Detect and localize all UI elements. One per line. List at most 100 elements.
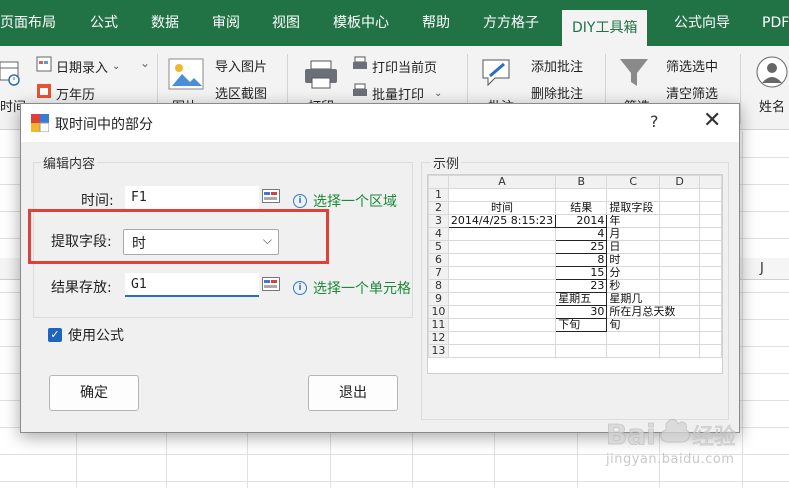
- cell: [699, 266, 722, 280]
- cell: 8: [555, 253, 608, 267]
- cell: [699, 214, 722, 228]
- range-picker-icon[interactable]: [262, 189, 280, 203]
- cell: 旬: [606, 318, 660, 332]
- help-button[interactable]: ?: [650, 112, 659, 131]
- row-number: 3: [428, 214, 449, 228]
- time-label: 时间:: [81, 193, 114, 209]
- tab-fangfang[interactable]: 方方格子: [483, 0, 539, 46]
- cell: 2014/4/25 8:15:23: [447, 214, 557, 228]
- filter-selected-button[interactable]: 筛选选中: [666, 56, 718, 75]
- print-page-icon: [352, 56, 368, 76]
- cell: [658, 240, 701, 254]
- name-button-label[interactable]: 姓名: [759, 96, 785, 115]
- cell: [447, 318, 557, 332]
- chevron-down-icon[interactable]: ⌄: [140, 56, 150, 70]
- cell: [447, 266, 557, 280]
- cell: [658, 344, 701, 358]
- table-row: 3 2014/4/25 8:15:23 2014 年: [428, 214, 722, 228]
- cell: [606, 188, 660, 202]
- tab-pdf[interactable]: PDF: [762, 0, 789, 46]
- calendar-button[interactable]: 万年历: [36, 83, 95, 103]
- batch-print-label: 批量打印: [372, 87, 425, 103]
- cell: [699, 279, 722, 293]
- example-table: A B C D 1 2 时间 结果 提取字段 3 2014/4/25 8:15:23 20…: [428, 175, 722, 358]
- print-current-page-button[interactable]: 打印当前页: [352, 56, 437, 76]
- cell: 所在月总天数: [606, 305, 701, 319]
- cell: 23: [555, 279, 608, 293]
- use-formula-checkbox[interactable]: ✓: [48, 328, 62, 342]
- cell: [447, 279, 557, 293]
- cell: [699, 292, 722, 306]
- cell: [658, 214, 701, 228]
- batch-print-button[interactable]: 批量打印 ⌄: [352, 83, 442, 103]
- table-row: 5 25 日: [428, 240, 722, 254]
- tab-formula-wizard[interactable]: 公式向导: [674, 0, 730, 46]
- select-region-link[interactable]: 选择一个区域: [313, 191, 397, 211]
- cell: 30: [555, 305, 608, 319]
- result-cell-input[interactable]: [125, 273, 259, 297]
- print-current-page-label: 打印当前页: [372, 60, 438, 76]
- close-button[interactable]: ✕: [703, 108, 721, 133]
- cell: [447, 292, 557, 306]
- clear-filter-button[interactable]: 清空筛选: [666, 83, 718, 102]
- column-header: B: [555, 175, 608, 189]
- cell-picker-icon[interactable]: [262, 277, 280, 291]
- date-entry-button[interactable]: 日期录入 ⌄: [36, 56, 120, 76]
- tab-help[interactable]: 帮助: [422, 0, 450, 46]
- cell: [658, 331, 701, 345]
- calendar-label: 万年历: [56, 87, 96, 103]
- row-number: 5: [428, 240, 449, 254]
- row-number: 11: [428, 318, 449, 332]
- svg-text:经验: 经验: [692, 425, 736, 450]
- table-row: 12: [428, 331, 722, 345]
- ok-button[interactable]: 确定: [49, 375, 139, 411]
- tab-data[interactable]: 数据: [151, 0, 179, 46]
- example-group-label: 示例: [431, 153, 462, 172]
- tab-formulas[interactable]: 公式: [90, 0, 118, 46]
- comment-pen-icon: [480, 56, 514, 90]
- chevron-down-icon: ⌵: [262, 233, 272, 247]
- watermark-url: jingyan.baidu.com: [606, 452, 735, 467]
- date-entry-icon: [36, 56, 52, 76]
- date-entry-label: 日期录入: [56, 60, 109, 76]
- delete-comment-button[interactable]: 删除批注: [531, 83, 583, 102]
- tab-diy-toolbox[interactable]: DIY工具箱: [562, 10, 648, 46]
- exit-button[interactable]: 退出: [308, 375, 398, 411]
- row-number: 12: [428, 331, 449, 345]
- row-number: 8: [428, 279, 449, 293]
- cell: [447, 188, 557, 202]
- cell: [447, 227, 557, 241]
- region-screenshot-button[interactable]: 选区截图: [215, 83, 267, 102]
- dialog-title: 取时间中的部分: [55, 117, 153, 133]
- table-row: 6 8时: [428, 253, 722, 267]
- tab-view[interactable]: 视图: [272, 0, 300, 46]
- use-formula-label[interactable]: 使用公式: [68, 325, 124, 345]
- column-header: A: [447, 175, 557, 189]
- cell: [658, 279, 701, 293]
- cell: 星期几: [606, 292, 660, 306]
- cell: [447, 331, 557, 345]
- tab-template-center[interactable]: 模板中心: [333, 0, 389, 46]
- cell: 下旬: [555, 318, 608, 332]
- tab-review[interactable]: 审阅: [212, 0, 240, 46]
- cell: 25: [555, 240, 608, 254]
- time-range-input[interactable]: [125, 186, 259, 210]
- printer-icon: [303, 60, 339, 90]
- cell: 秒: [606, 279, 660, 293]
- table-row: 7 15 分: [428, 266, 722, 280]
- ribbon-tab-bar: 页面布局 公式 数据 审阅 视图 模板中心 帮助 方方格子 DIY工具箱 公式向…: [0, 0, 789, 46]
- table-row: 9 星期五 星期几: [428, 292, 722, 306]
- extract-field-label: 提取字段:: [51, 234, 112, 250]
- cell: [658, 201, 701, 215]
- cell: [699, 305, 722, 319]
- extract-field-select[interactable]: 时 ⌵: [123, 229, 279, 255]
- import-image-button[interactable]: 导入图片: [215, 56, 267, 75]
- dialog-titlebar[interactable]: 取时间中的部分 ? ✕: [21, 104, 739, 142]
- add-comment-button[interactable]: 添加批注: [531, 56, 583, 75]
- select-cell-link[interactable]: 选择一个单元格: [313, 278, 411, 298]
- tab-page-layout[interactable]: 页面布局: [0, 0, 56, 46]
- cell: [555, 188, 608, 202]
- row-number: 10: [428, 305, 449, 319]
- column-header-j[interactable]: J: [760, 258, 764, 280]
- cell: [699, 331, 722, 345]
